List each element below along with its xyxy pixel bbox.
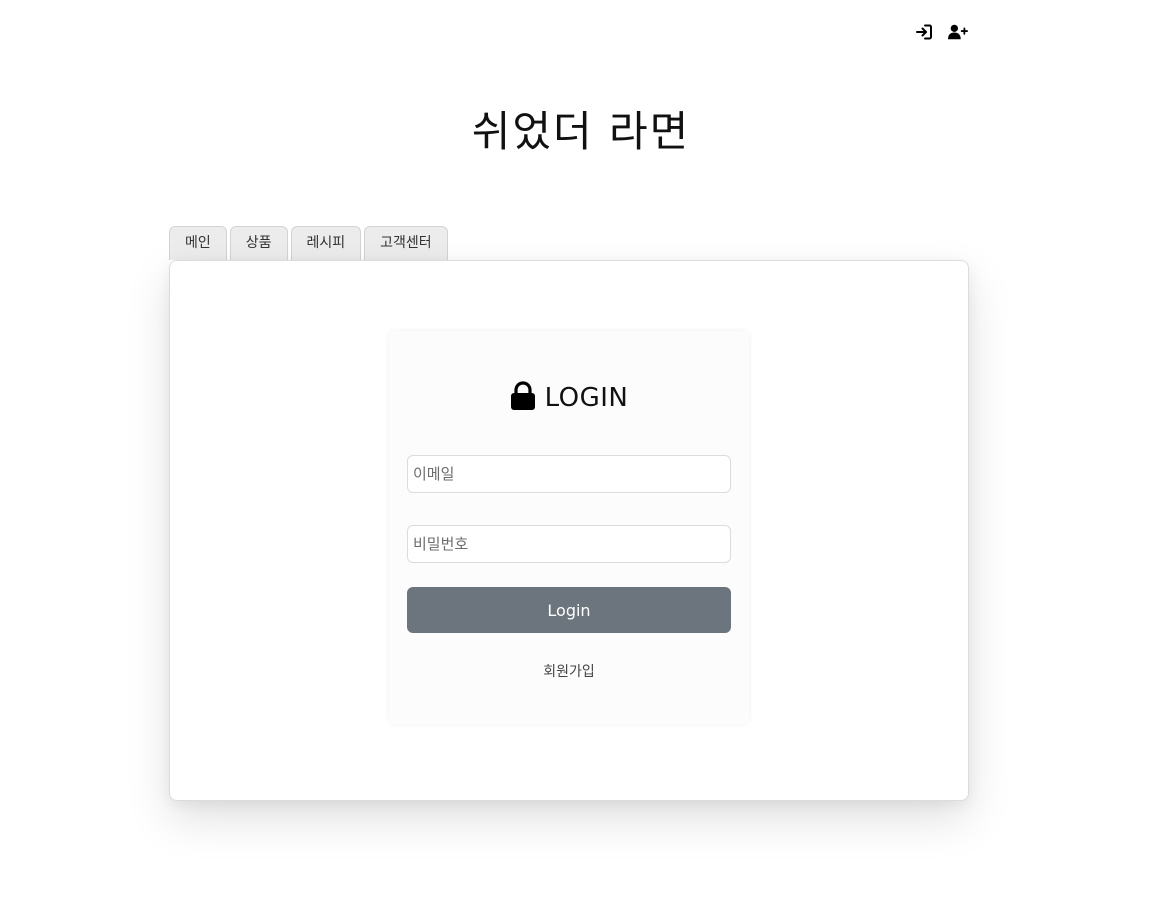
login-card: LOGIN Login 회원가입 [389,331,749,724]
tab-customer-center[interactable]: 고객센터 [364,226,448,260]
login-heading: LOGIN [389,381,749,415]
tab-products[interactable]: 상품 [229,226,288,260]
tab-main[interactable]: 메인 [169,226,227,260]
signup-link[interactable]: 회원가입 [389,661,749,681]
email-input[interactable] [407,455,731,493]
tab-bar: 메인 상품 레시피 고객센터 [169,226,448,260]
password-input[interactable] [407,525,731,563]
login-title: LOGIN [544,383,629,413]
login-icon[interactable] [914,22,934,42]
tab-recipes[interactable]: 레시피 [290,226,362,260]
site-title: 쉬었더 라면 [471,107,691,156]
content-panel: LOGIN Login 회원가입 [169,260,969,801]
login-button[interactable]: Login [407,587,731,633]
user-plus-icon[interactable] [948,22,968,42]
lock-icon [510,381,536,415]
header-actions [914,22,968,42]
